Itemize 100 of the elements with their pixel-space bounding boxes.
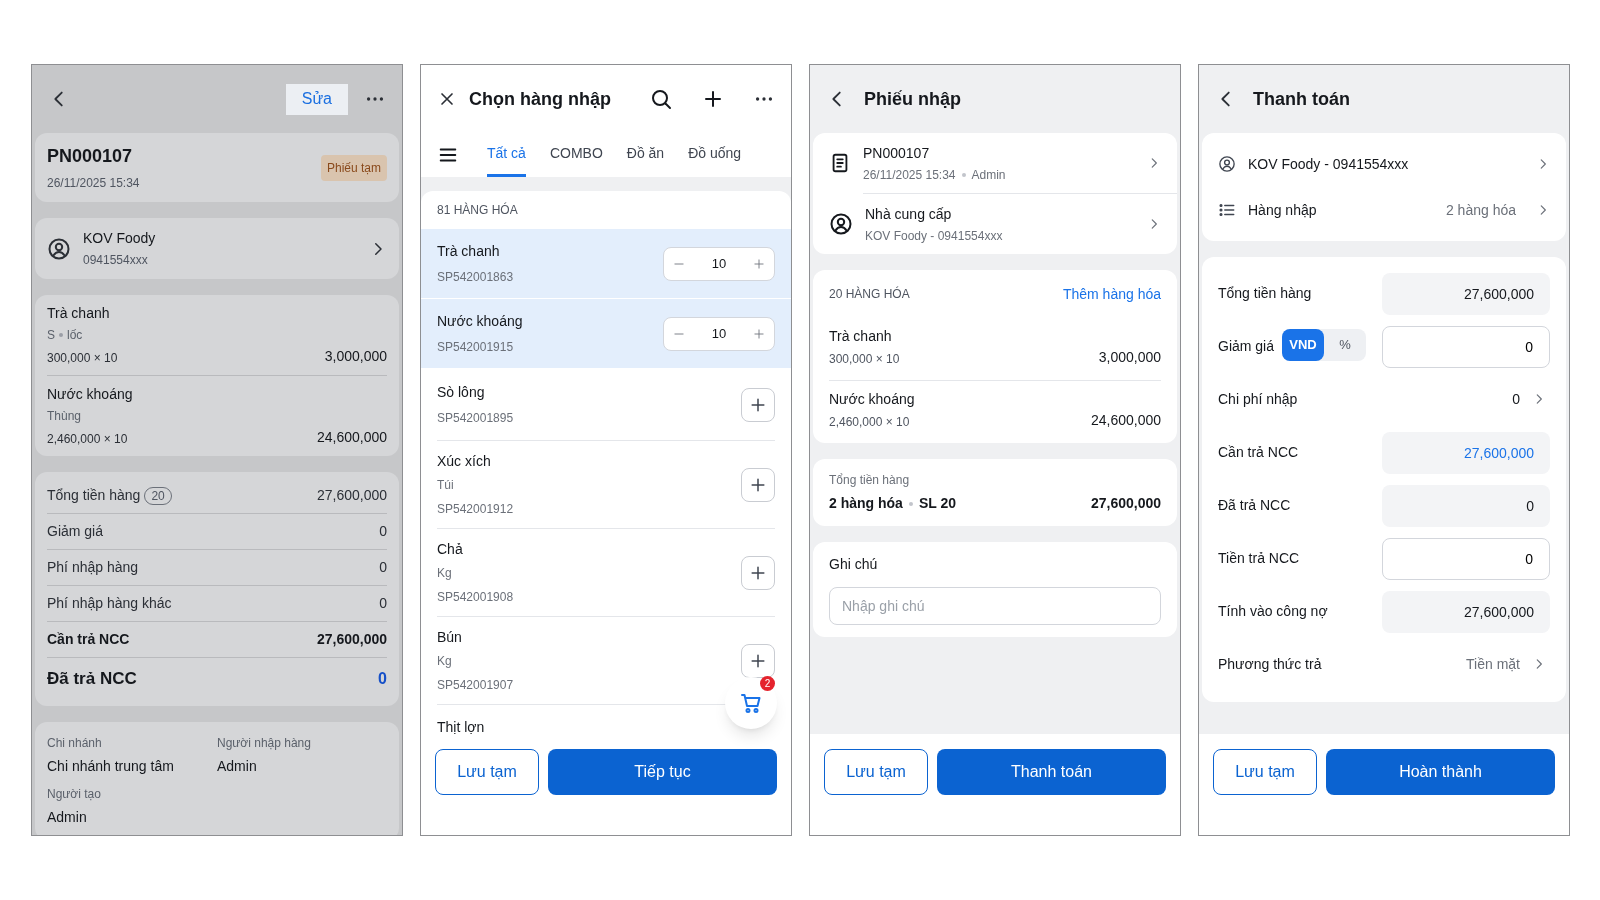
- note-label: Ghi chú: [829, 555, 879, 574]
- edit-button[interactable]: Sửa: [285, 83, 348, 115]
- cart-icon: [739, 691, 763, 715]
- goods-value: 2 hàng hóa: [1445, 200, 1516, 220]
- note-field[interactable]: Nhập ghi chú: [829, 587, 1161, 625]
- user-icon: [1218, 155, 1236, 173]
- discount-field[interactable]: 0: [1382, 326, 1550, 368]
- supplier-card[interactable]: KOV Foody 0941554xxx: [35, 218, 399, 279]
- add-product-button[interactable]: [741, 555, 775, 590]
- field-label: Chi phí nhập: [1218, 390, 1299, 409]
- item-name: Trà chanh: [47, 304, 111, 323]
- save-draft-button[interactable]: Lưu tạm: [435, 749, 539, 795]
- cost-value[interactable]: 0: [1512, 379, 1520, 410]
- item-name: Trà chanh: [829, 327, 893, 346]
- info-label: Chi nhánh: [47, 735, 103, 752]
- primary-button[interactable]: Hoàn thành: [1326, 749, 1555, 795]
- supplier-row[interactable]: KOV Foody - 0941554xxx: [1218, 141, 1550, 187]
- total-part: SL 20: [918, 494, 956, 513]
- field-label: Đã trả NCC: [1218, 496, 1292, 515]
- readonly-field: 27,600,000: [1382, 591, 1550, 633]
- product-row[interactable]: Nước khoáng SP542001915 10: [421, 299, 791, 369]
- save-draft-button[interactable]: Lưu tạm: [824, 749, 928, 795]
- supplier-row[interactable]: Nhà cung cấp KOV Foody - 0941554xxx: [813, 194, 1177, 254]
- supplier-phone: 0941554xxx: [83, 252, 149, 269]
- summary-label: Đã trả NCC: [47, 668, 137, 691]
- product-sku: SP542001908: [437, 589, 515, 606]
- goods-row[interactable]: Hàng nhập 2 hàng hóa: [1218, 187, 1550, 233]
- item-amount: 24,600,000: [316, 428, 387, 447]
- readonly-field: 0: [1382, 485, 1550, 527]
- document-row[interactable]: PN000107 26/11/2025 15:34 Admin: [813, 133, 1177, 193]
- supplier-name: KOV Foody - 0941554xxx: [1248, 154, 1410, 174]
- document-code: PN000107: [47, 145, 134, 168]
- item-attribute: S: [47, 327, 55, 344]
- product-row[interactable]: Xúc xích Túi SP542001912: [421, 441, 791, 529]
- screen-title: Chọn hàng nhập: [469, 87, 612, 111]
- summary-label: Cần trả NCC: [47, 630, 130, 649]
- item-amount: 24,600,000: [1090, 411, 1161, 430]
- unit-option[interactable]: VND: [1282, 329, 1325, 361]
- total-amount: 27,600,000: [1090, 494, 1161, 513]
- items-count: 20 HÀNG HÓA: [829, 285, 910, 303]
- product-name: Nước khoáng: [437, 312, 524, 331]
- product-sku: SP542001907: [437, 677, 515, 694]
- field-label: Cần trả NCC: [1218, 443, 1300, 462]
- supplier-name: KOV Foody: [83, 229, 157, 248]
- summary-value: 27,600,000: [316, 486, 387, 505]
- summary-value: 0: [379, 522, 387, 541]
- summary-value: 0: [379, 558, 387, 577]
- unit-option[interactable]: %: [1324, 329, 1367, 361]
- primary-button[interactable]: Tiếp tục: [548, 749, 777, 795]
- product-count: 81 HÀNG HÓA: [436, 201, 519, 219]
- price-quantity: 300,000 × 10: [47, 350, 118, 367]
- info-value: Chi nhánh trung tâm: [47, 757, 175, 776]
- product-name: Trà chanh: [437, 242, 501, 261]
- add-items-link[interactable]: Thêm hàng hóa: [1062, 283, 1161, 305]
- add-product-button[interactable]: [741, 643, 775, 678]
- search-icon[interactable]: [649, 87, 673, 111]
- category-tab[interactable]: COMBO: [549, 133, 603, 177]
- supplier-detail: KOV Foody - 0941554xxx: [865, 227, 1004, 245]
- item-attribute: lốc: [67, 327, 83, 344]
- product-row[interactable]: Chả Kg SP542001908: [421, 529, 791, 617]
- product-unit: Kg: [437, 653, 453, 670]
- product-row[interactable]: Sò lông SP542001895: [421, 369, 791, 441]
- quantity-value: 10: [711, 324, 727, 343]
- summary-label: Phí nhập hàng: [47, 558, 139, 577]
- product-name: Bún: [437, 628, 463, 647]
- list-icon: [1218, 201, 1236, 219]
- item-attribute: Thùng: [47, 408, 82, 425]
- category-tab[interactable]: Đồ ăn: [626, 133, 665, 177]
- goods-label: Hàng nhập: [1248, 200, 1318, 220]
- status-badge: Phiếu tạm: [320, 155, 387, 181]
- item-amount: 3,000,000: [1098, 348, 1161, 367]
- readonly-field: 27,600,000: [1382, 273, 1550, 315]
- product-sku: SP542001915: [437, 339, 515, 356]
- product-name: Chả: [437, 540, 464, 559]
- add-product-button[interactable]: [741, 387, 775, 422]
- product-sku: SP542001912: [437, 501, 515, 518]
- product-name: Thịt lợn: [437, 718, 486, 734]
- summary-value: 0: [378, 669, 387, 689]
- unit-toggle[interactable]: VND %: [1282, 329, 1367, 361]
- save-draft-button[interactable]: Lưu tạm: [1213, 749, 1317, 795]
- field-label: Tính vào công nợ: [1218, 602, 1329, 621]
- summary-value: 0: [379, 594, 387, 613]
- category-tab[interactable]: Đồ uống: [688, 133, 742, 177]
- product-name: Sò lông: [437, 383, 486, 402]
- add-product-button[interactable]: [741, 467, 775, 502]
- total-part: 2 hàng hóa: [829, 494, 903, 513]
- document-meta: Admin: [971, 166, 1006, 184]
- product-row[interactable]: Trà chanh SP542001863 10: [421, 229, 791, 299]
- info-label: Người tạo: [47, 786, 102, 803]
- summary-label: Phí nhập hàng khác: [47, 594, 172, 613]
- product-row[interactable]: Thịt lợn: [421, 705, 791, 734]
- field-label: Tổng tiền hàng: [1218, 284, 1313, 303]
- amount-field[interactable]: 0: [1382, 538, 1550, 580]
- item-name: Nước khoáng: [829, 390, 916, 409]
- screen-title: Thanh toán: [1253, 87, 1350, 111]
- quantity-value: 10: [711, 254, 727, 273]
- field-label: Tiền trả NCC: [1218, 549, 1301, 568]
- selected-value[interactable]: Tiền mặt: [1466, 644, 1520, 675]
- primary-button[interactable]: Thanh toán: [937, 749, 1166, 795]
- summary-value: 27,600,000: [316, 630, 387, 649]
